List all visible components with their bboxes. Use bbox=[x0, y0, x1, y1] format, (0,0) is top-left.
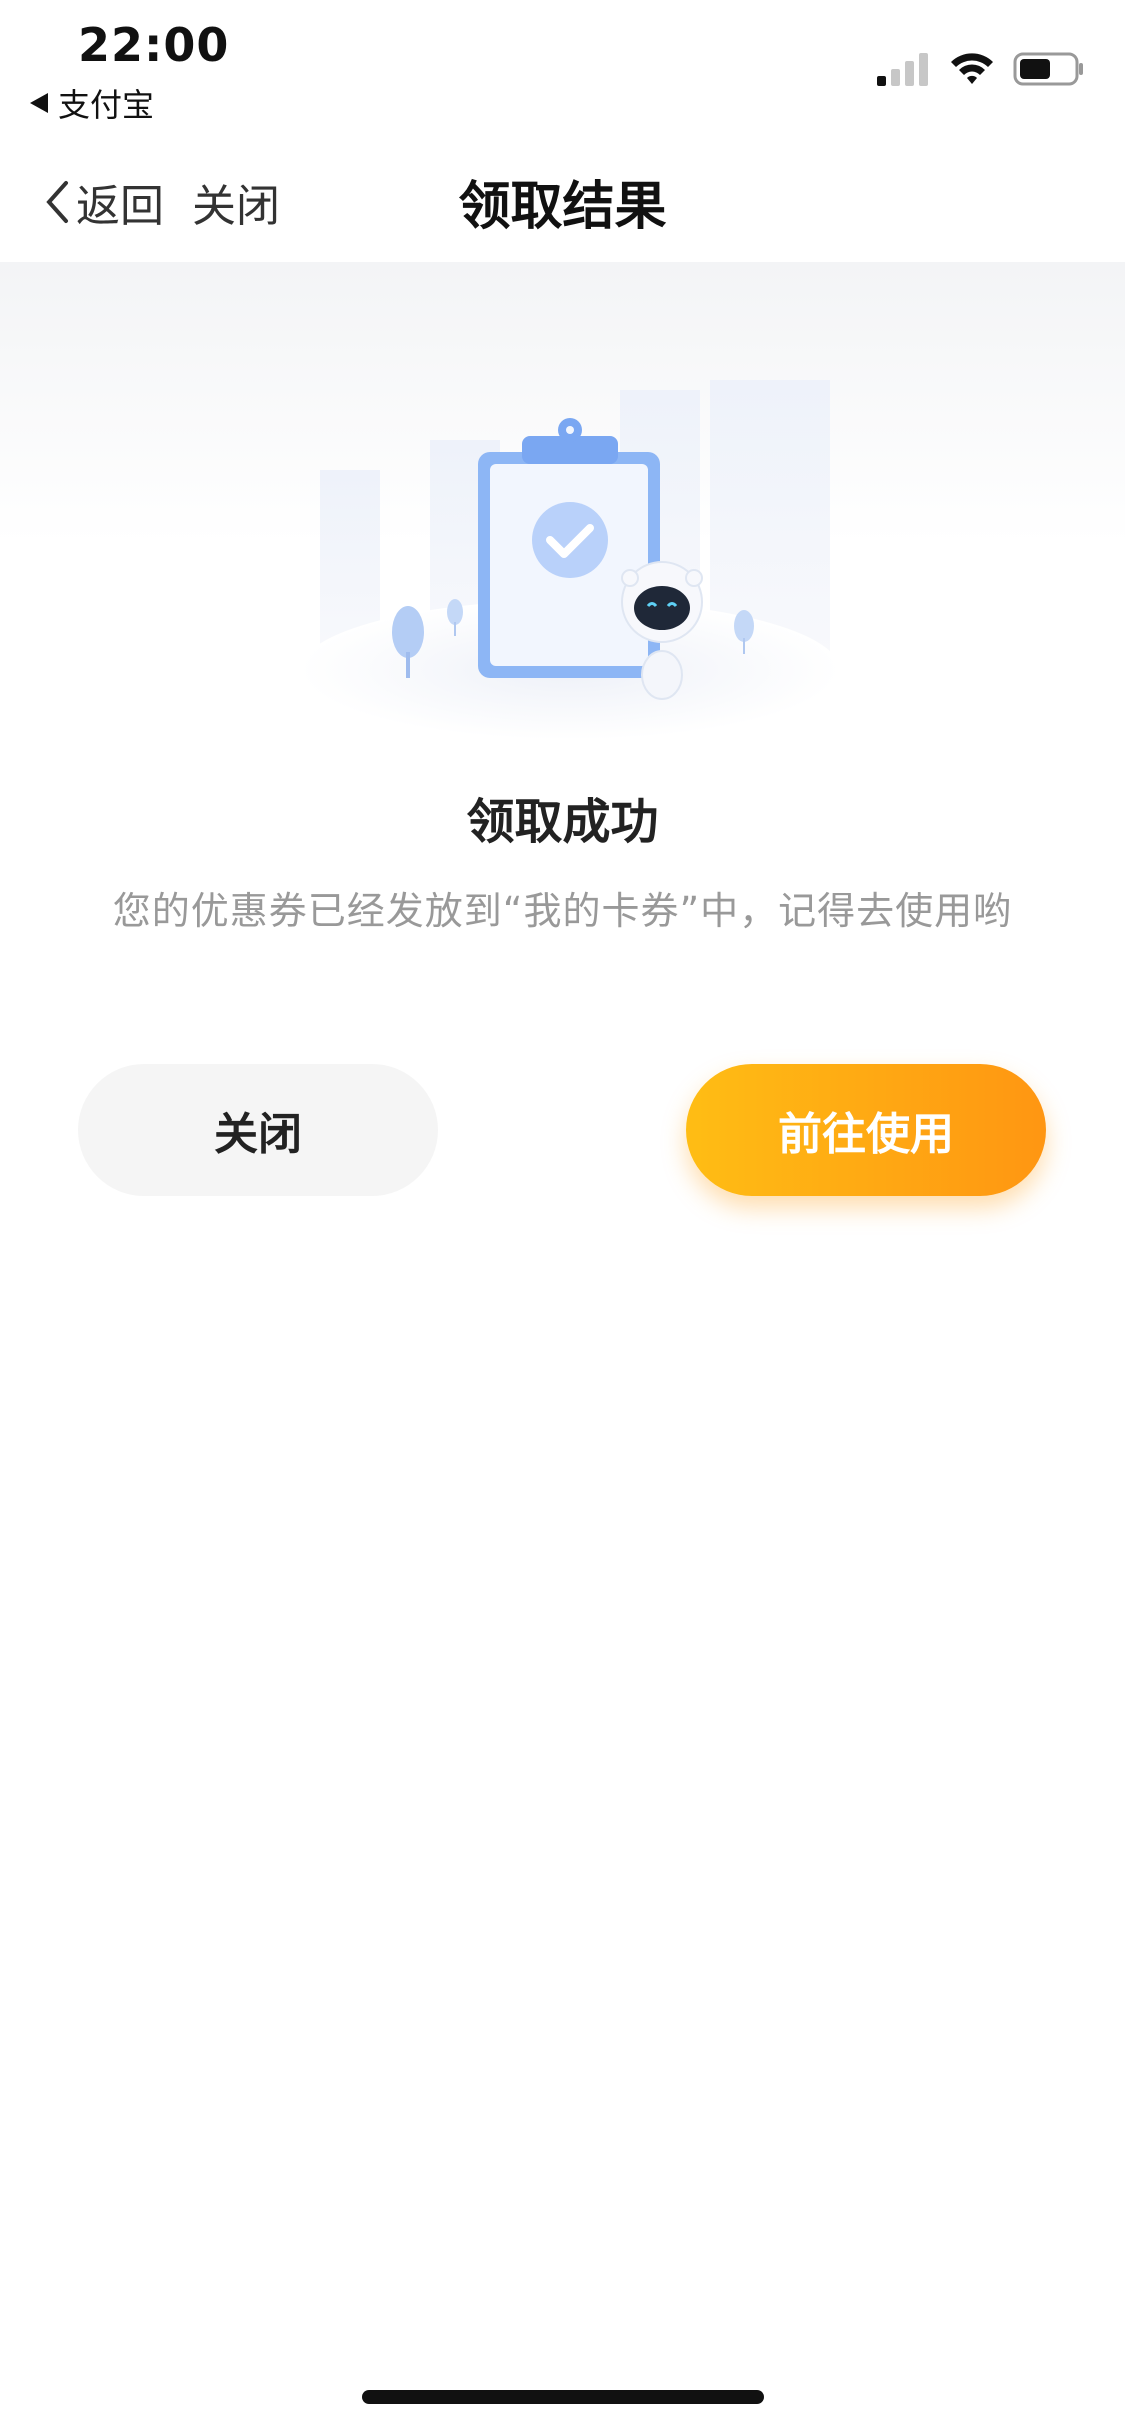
home-indicator[interactable] bbox=[362, 2390, 764, 2404]
signal-icon bbox=[877, 53, 928, 86]
close-button[interactable]: 关闭 bbox=[78, 1064, 438, 1196]
back-to-app-link[interactable]: 支付宝 bbox=[30, 80, 154, 126]
wifi-icon bbox=[951, 53, 993, 84]
back-triangle-icon bbox=[30, 93, 48, 113]
success-clipboard-illustration bbox=[300, 380, 840, 740]
status-time: 22:00 bbox=[78, 18, 230, 72]
use-now-button[interactable]: 前往使用 bbox=[686, 1064, 1046, 1196]
result-description: 您的优惠券已经发放到“我的卡券”中，记得去使用哟 bbox=[112, 889, 1013, 933]
battery-icon bbox=[1013, 52, 1083, 86]
result-title: 领取成功 bbox=[466, 794, 659, 850]
status-icons bbox=[877, 50, 1085, 86]
page-title: 领取结果 bbox=[458, 177, 667, 237]
back-app-label: 支付宝 bbox=[58, 86, 155, 124]
